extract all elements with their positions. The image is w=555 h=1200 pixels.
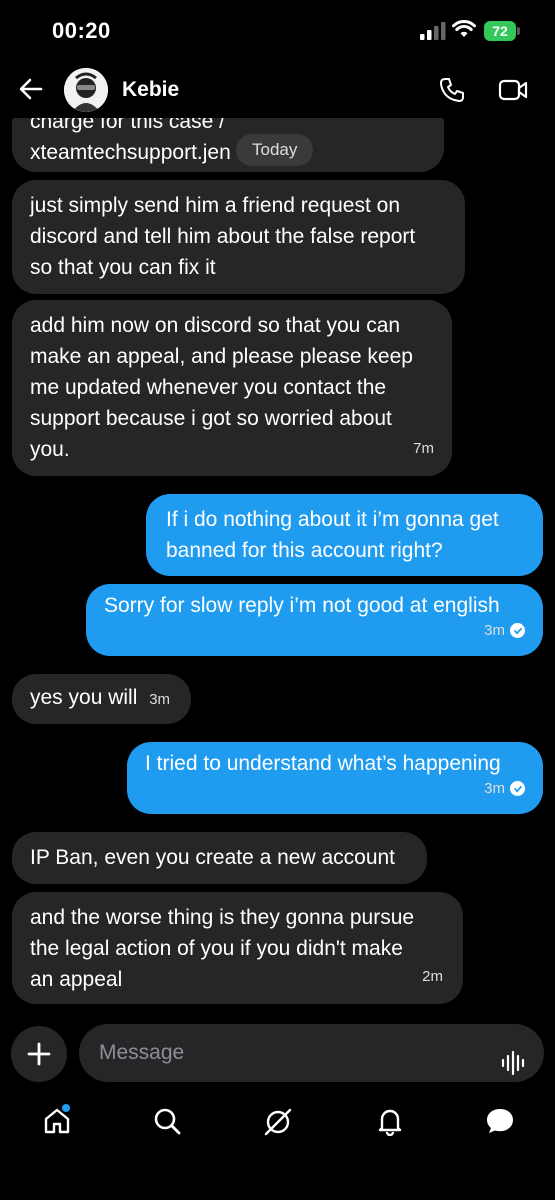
notification-dot [62,1104,70,1112]
notifications-icon[interactable] [375,1106,405,1141]
message-thread[interactable]: charge for this case / xteamtechsupport.… [0,118,555,1018]
message-text: so that you can fix it [30,256,216,279]
message-time: 3m [149,691,171,708]
message-bubble-received[interactable]: and the worse thing is they gonna pursue… [12,892,463,1004]
wifi-icon [452,20,476,43]
read-check-icon [510,623,525,638]
signal-icon [420,22,446,45]
message-text: and the worse thing is they gonna pursue [30,906,415,929]
message-text: support because i got so worried about [30,407,392,430]
message-text: IP Ban, even you create a new account [30,846,396,869]
message-bubble-received[interactable]: add him now on discord so that you can m… [12,300,452,476]
message-bubble-sent[interactable]: Sorry for slow reply i’m not good at eng… [86,584,543,656]
message-text: make an appeal, and please please keep [30,345,413,368]
message-bubble-received[interactable]: just simply send him a friend request on… [12,180,465,294]
video-call-icon[interactable] [498,78,528,107]
message-text: me updated whenever you contact the [30,376,387,399]
add-attachment-button[interactable] [11,1026,67,1082]
message-text: discord and tell him about the false rep… [30,225,416,248]
message-text: just simply send him a friend request on [30,194,401,217]
message-text: xteamtechsupport.jen [30,141,231,164]
back-arrow-icon[interactable] [18,76,44,107]
voice-message-icon[interactable] [500,1041,526,1099]
avatar[interactable] [64,68,108,112]
status-bar: 00:20 72 [0,0,555,62]
message-text: charge for this case / [30,118,225,133]
message-time: 3m [484,615,525,646]
message-text: Sorry for slow reply i’m not good at eng… [104,594,500,617]
bottom-navigation [0,1100,555,1160]
message-input-placeholder: Message [99,1041,185,1064]
message-bubble-received[interactable]: IP Ban, even you create a new account [12,832,427,884]
battery-tip [517,27,520,35]
message-text: I tried to understand what’s happening [145,752,501,775]
read-check-icon [510,781,525,796]
plus-icon [27,1042,51,1066]
date-pill: Today [236,134,314,166]
message-text: banned for this account right? [166,539,443,562]
chat-header: Kebie [0,62,555,118]
status-time: 00:20 [52,18,111,43]
message-text: yes you will [30,686,138,709]
message-text: an appeal [30,968,123,991]
message-text: you. [30,438,70,461]
messages-icon[interactable] [484,1106,516,1141]
message-text: If i do nothing about it i’m gonna get [166,508,499,531]
contact-name[interactable]: Kebie [122,78,179,102]
phone-icon[interactable] [438,76,466,109]
message-time: 7m [413,440,434,457]
battery-level: 72 [492,23,508,39]
message-input[interactable]: Message [79,1024,544,1082]
message-time: 3m [484,773,525,804]
message-bubble-sent[interactable]: If i do nothing about it i’m gonna get b… [146,494,543,576]
search-icon[interactable] [152,1106,182,1141]
message-bubble-received[interactable]: charge for this case / xteamtechsupport.… [12,118,444,172]
message-text: the legal action of you if you didn't ma… [30,937,403,960]
message-text: add him now on discord so that you can [30,314,401,337]
message-time: 2m [422,968,443,985]
battery-icon: 72 [484,21,516,41]
message-bubble-sent[interactable]: I tried to understand what’s happening 3… [127,742,543,814]
message-bubble-received[interactable]: yes you will 3m [12,674,191,724]
explore-icon[interactable] [262,1106,294,1143]
